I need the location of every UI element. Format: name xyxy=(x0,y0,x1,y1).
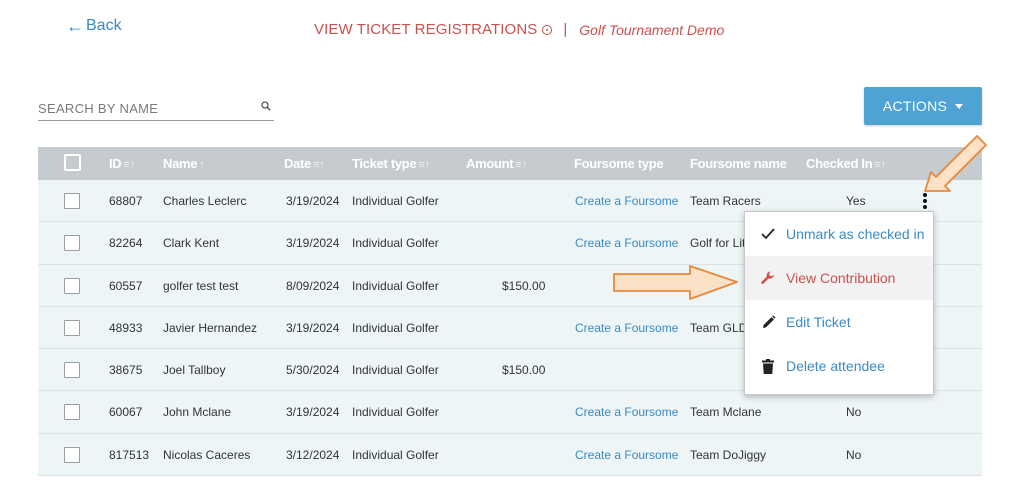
pencil-icon xyxy=(760,314,776,330)
cell-id: 48933 xyxy=(109,320,143,335)
row-checkbox[interactable] xyxy=(64,277,80,294)
table-header: ID ≡↑ Name ↑ Date ≡↑ Ticket type ≡↑ Amount ≡↑… xyxy=(38,147,982,180)
column-header-foursome-name: Foursome name xyxy=(690,156,787,171)
select-all-checkbox[interactable] xyxy=(64,154,81,171)
cell-name: Clark Kent xyxy=(163,236,220,251)
cell-id: 38675 xyxy=(109,363,143,378)
cell-id: 817513 xyxy=(109,447,150,462)
menu-item-label: Unmark as checked in xyxy=(786,226,925,242)
row-actions-menu: Unmark as checked in View Contribution E… xyxy=(744,211,934,395)
create-foursome-link[interactable]: Create a Foursome xyxy=(575,321,678,335)
cell-ticket-type: Individual Golfer xyxy=(352,320,439,335)
back-link[interactable]: ← Back xyxy=(66,17,122,35)
table-row[interactable]: 817513 Nicolas Caceres 3/12/2024 Individ… xyxy=(38,433,982,477)
menu-item-label: View Contribution xyxy=(786,270,896,286)
create-foursome-link[interactable]: Create a Foursome xyxy=(575,448,678,462)
cell-ticket-type: Individual Golfer xyxy=(352,363,439,378)
arrow-left-icon: ← xyxy=(66,16,84,36)
more-options-icon[interactable] xyxy=(922,191,928,211)
cell-date: 3/19/2024 xyxy=(286,320,340,335)
cell-name: golfer test test xyxy=(163,278,239,293)
row-checkbox[interactable] xyxy=(64,319,80,336)
column-header-id[interactable]: ID ≡↑ xyxy=(109,156,135,171)
cell-name: John Mclane xyxy=(163,405,232,420)
search-input[interactable] xyxy=(38,97,248,119)
page-header: VIEW TICKET REGISTRATIONS | Golf Tournam… xyxy=(314,21,724,38)
actions-label: ACTIONS xyxy=(882,98,948,114)
cell-foursome-name: Team GLD xyxy=(690,320,748,335)
cell-amount: $150.00 xyxy=(502,278,546,293)
row-checkbox[interactable] xyxy=(64,235,80,252)
cell-checked-in: Yes xyxy=(846,194,866,208)
cell-foursome-name: Team Racers xyxy=(690,194,761,208)
sort-icon: ≡↑ xyxy=(418,159,431,171)
column-header-name[interactable]: Name ↑ xyxy=(163,156,205,171)
caret-down-icon xyxy=(955,103,964,109)
cell-foursome-name: Team DoJiggy xyxy=(690,447,767,462)
trash-icon xyxy=(760,358,776,374)
create-foursome-link[interactable]: Create a Foursome xyxy=(575,194,678,208)
header-separator: | xyxy=(563,21,568,38)
row-checkbox[interactable] xyxy=(64,446,80,463)
cell-name: Nicolas Caceres xyxy=(163,447,251,462)
menu-item-label: Edit Ticket xyxy=(786,314,851,330)
column-header-date[interactable]: Date ≡↑ xyxy=(284,156,325,171)
cell-date: 3/19/2024 xyxy=(286,194,340,208)
search-field xyxy=(38,97,274,121)
create-foursome-link[interactable]: Create a Foursome xyxy=(575,405,678,419)
cell-date: 8/09/2024 xyxy=(286,278,340,293)
cell-id: 60067 xyxy=(109,405,143,420)
menu-item-unmark-checked-in[interactable]: Unmark as checked in xyxy=(745,212,933,256)
cell-ticket-type: Individual Golfer xyxy=(352,447,439,462)
page-title: VIEW TICKET REGISTRATIONS xyxy=(314,21,538,38)
cell-id: 60557 xyxy=(109,278,143,293)
sort-icon: ≡↑ xyxy=(312,159,325,171)
row-checkbox[interactable] xyxy=(64,404,80,421)
cell-foursome-name: Team Mclane xyxy=(690,405,762,420)
cell-checked-in: No xyxy=(846,405,862,420)
cell-date: 5/30/2024 xyxy=(286,363,340,378)
column-header-checked-in[interactable]: Checked In ≡↑ xyxy=(806,156,886,171)
cell-name: Joel Tallboy xyxy=(163,363,226,378)
menu-item-delete-attendee[interactable]: Delete attendee xyxy=(745,344,933,388)
table-row[interactable]: 60067 John Mclane 3/19/2024 Individual G… xyxy=(38,391,982,434)
search-icon[interactable] xyxy=(261,101,271,111)
cell-foursome-name: Golf for Lit xyxy=(690,236,746,251)
cell-ticket-type: Individual Golfer xyxy=(352,278,439,293)
cell-id: 68807 xyxy=(109,194,143,208)
event-name: Golf Tournament Demo xyxy=(579,21,725,38)
cell-date: 3/19/2024 xyxy=(286,405,340,420)
cell-date: 3/19/2024 xyxy=(286,236,340,251)
info-icon[interactable] xyxy=(542,24,553,35)
cell-checked-in: No xyxy=(846,447,862,462)
wrench-icon xyxy=(760,270,776,286)
sort-icon: ≡↑ xyxy=(123,159,136,171)
cell-ticket-type: Individual Golfer xyxy=(352,236,439,251)
sort-icon: ≡↑ xyxy=(515,159,528,171)
menu-item-view-contribution[interactable]: View Contribution xyxy=(745,256,933,300)
cell-ticket-type: Individual Golfer xyxy=(352,405,439,420)
row-checkbox[interactable] xyxy=(64,193,80,209)
create-foursome-link[interactable]: Create a Foursome xyxy=(575,236,678,250)
cell-ticket-type: Individual Golfer xyxy=(352,194,439,208)
cell-name: Javier Hernandez xyxy=(163,320,258,335)
checkmark-icon xyxy=(760,226,776,242)
cell-amount: $150.00 xyxy=(502,363,546,378)
column-header-foursome-type: Foursome type xyxy=(574,156,664,171)
cell-name: Charles Leclerc xyxy=(163,194,247,208)
column-header-amount[interactable]: Amount ≡↑ xyxy=(466,156,527,171)
cell-id: 82264 xyxy=(109,236,143,251)
back-label: Back xyxy=(86,17,122,34)
sort-asc-icon: ↑ xyxy=(199,159,205,171)
cell-date: 3/12/2024 xyxy=(286,447,340,462)
sort-icon: ≡↑ xyxy=(874,159,887,171)
column-header-ticket-type[interactable]: Ticket type ≡↑ xyxy=(352,156,430,171)
row-checkbox[interactable] xyxy=(64,362,80,379)
menu-item-edit-ticket[interactable]: Edit Ticket xyxy=(745,300,933,344)
actions-button[interactable]: ACTIONS xyxy=(864,87,982,125)
menu-item-label: Delete attendee xyxy=(786,358,885,374)
